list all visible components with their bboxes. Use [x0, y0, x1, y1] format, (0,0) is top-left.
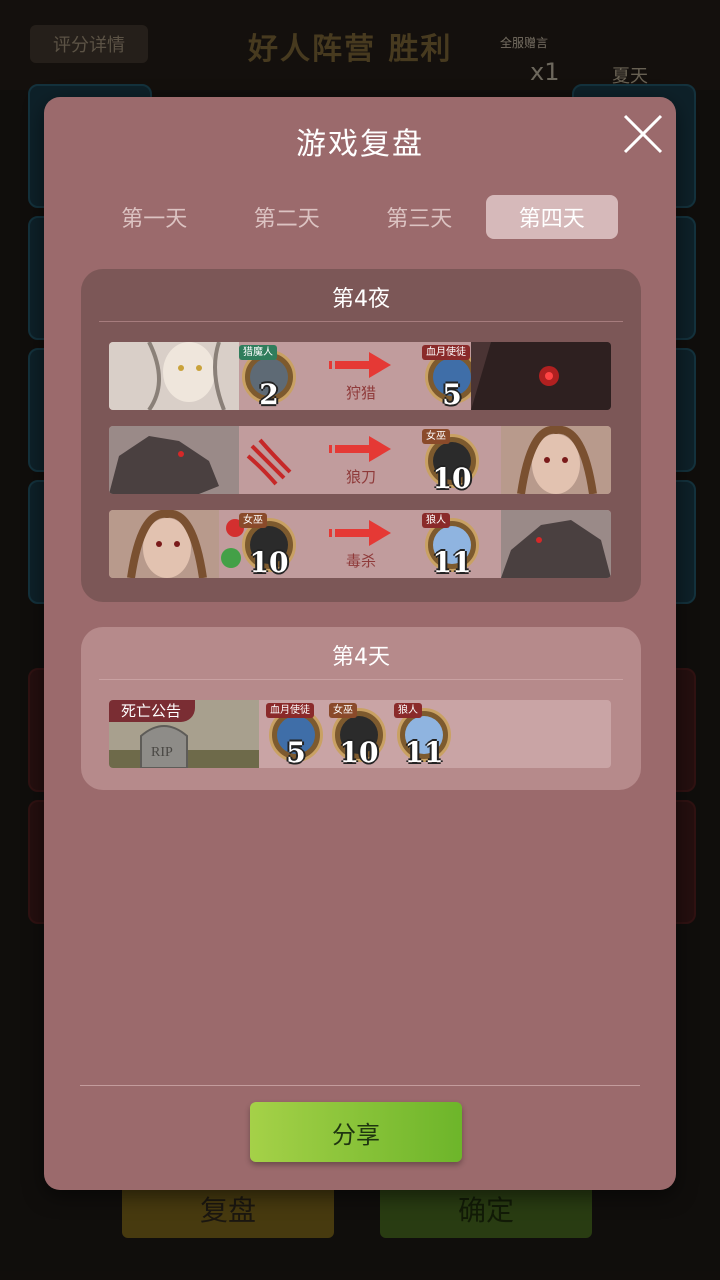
actor-avatar[interactable]: 猎魔人 2: [239, 345, 296, 410]
svg-text:RIP: RIP: [151, 745, 173, 760]
divider: [99, 321, 623, 322]
night-event-row: 女巫 10 毒杀 狼人 11: [109, 510, 611, 578]
game-review-modal: 游戏复盘 第一天 第二天 第三天 第四天 第4夜 猎魔人 2 狩猎 血月使徒 5…: [44, 97, 676, 1190]
arrow-right-icon: [329, 520, 391, 546]
night-event-row: 狼刀 女巫 10: [109, 426, 611, 494]
dead-player-seat-number: 10: [339, 736, 379, 768]
witch-portrait-icon: [501, 426, 611, 494]
day-tabs: 第一天 第二天 第三天 第四天: [88, 195, 618, 239]
dead-player-seat-number: 11: [404, 736, 444, 768]
werewolf-portrait-icon: [501, 510, 611, 578]
actor-role-badge: 女巫: [239, 513, 267, 528]
share-button[interactable]: 分享: [250, 1102, 462, 1162]
modal-title: 游戏复盘: [296, 127, 424, 162]
tab-day-4[interactable]: 第四天: [485, 195, 618, 239]
dead-player-avatar[interactable]: 狼人 11: [394, 703, 451, 768]
dead-player-avatar[interactable]: 血月使徒 5: [266, 703, 323, 768]
target-seat-number: 10: [432, 462, 472, 494]
werewolf-portrait-icon: [109, 426, 239, 494]
witch-portrait-icon: [109, 510, 219, 578]
death-announcement-label: 死亡公告: [109, 700, 196, 722]
dead-player-role-badge: 女巫: [329, 703, 357, 718]
footer-divider: [80, 1085, 640, 1086]
death-announcement-row: RIP 死亡公告 血月使徒 5 女巫 10 狼人 11: [109, 700, 611, 768]
actor-seat-number: 2: [259, 378, 279, 410]
dead-player-role-badge: 狼人: [394, 703, 422, 718]
hunter-portrait-icon: [109, 342, 239, 410]
actor-seat-number: 10: [249, 546, 289, 578]
action-label: 狩猎: [345, 384, 376, 402]
tab-day-1[interactable]: 第一天: [88, 195, 221, 239]
claw-marks-icon: [246, 438, 292, 486]
target-seat-number: 5: [442, 378, 462, 410]
target-role-badge: 血月使徒: [422, 345, 470, 360]
dead-player-seat-number: 5: [286, 736, 306, 768]
action-label: 毒杀: [345, 552, 376, 570]
day-section: 第4天 RIP 死亡公告 血月使徒 5 女巫 10 狼人 11: [81, 627, 641, 790]
tab-day-2[interactable]: 第二天: [221, 195, 354, 239]
night-title: 第4夜: [332, 287, 390, 312]
actor-role-badge: 猎魔人: [239, 345, 277, 360]
night-section: 第4夜 猎魔人 2 狩猎 血月使徒 5 狼刀 女巫 10 女巫 10 毒杀 狼人…: [81, 269, 641, 602]
arrow-right-icon: [329, 436, 391, 462]
target-role-badge: 女巫: [422, 429, 450, 444]
night-event-row: 猎魔人 2 狩猎 血月使徒 5: [109, 342, 611, 410]
target-role-badge: 狼人: [422, 513, 450, 528]
action-label: 狼刀: [345, 468, 376, 486]
dead-player-avatar[interactable]: 女巫 10: [329, 703, 386, 768]
blood-moon-portrait-icon: [471, 342, 611, 410]
tab-day-3[interactable]: 第三天: [353, 195, 486, 239]
dead-player-role-badge: 血月使徒: [266, 703, 314, 718]
target-seat-number: 11: [432, 546, 472, 578]
actor-avatar[interactable]: 女巫 10: [239, 513, 296, 578]
divider: [99, 679, 623, 680]
target-avatar[interactable]: 狼人 11: [422, 513, 479, 578]
close-icon[interactable]: [620, 111, 666, 157]
day-title: 第4天: [332, 645, 390, 670]
target-avatar[interactable]: 女巫 10: [422, 429, 479, 494]
arrow-right-icon: [329, 352, 391, 378]
